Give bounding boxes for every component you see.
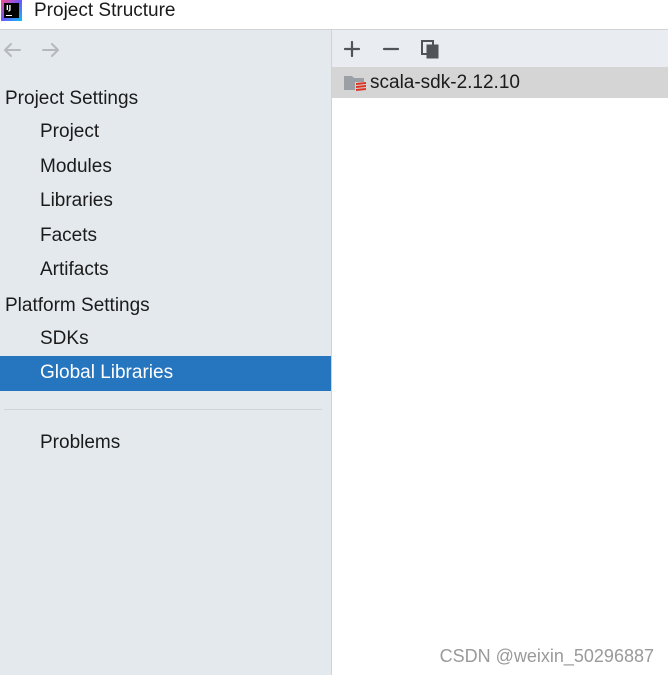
library-list-panel: scala-sdk-2.12.10 CSDN @weixin_50296887 (332, 30, 668, 675)
copy-icon[interactable] (419, 38, 441, 60)
sidebar-item-label: Facets (40, 225, 98, 246)
arrow-left-icon[interactable] (0, 37, 26, 63)
plus-icon[interactable] (341, 38, 363, 60)
sidebar-item-facets[interactable]: Facets (0, 219, 331, 254)
sidebar-item-modules[interactable]: Modules (0, 150, 331, 185)
platform-settings-header: Platform Settings (5, 295, 150, 316)
library-folder-icon (344, 73, 368, 93)
library-item[interactable]: scala-sdk-2.12.10 (332, 67, 668, 98)
library-name: scala-sdk-2.12.10 (370, 72, 520, 93)
sidebar-item-label: SDKs (40, 328, 89, 349)
sidebar-item-problems[interactable]: Problems (0, 426, 331, 461)
sidebar-item-label: Modules (40, 156, 112, 177)
sidebar-item-label: Libraries (40, 190, 113, 211)
title-bar: IJ Project Structure (0, 0, 668, 30)
arrow-right-icon[interactable] (38, 37, 64, 63)
watermark-text: CSDN @weixin_50296887 (439, 646, 654, 666)
minus-icon[interactable] (380, 38, 402, 60)
project-settings-header: Project Settings (5, 88, 139, 109)
sidebar-item-global-libraries[interactable]: Global Libraries (0, 356, 331, 391)
sidebar-item-project[interactable]: Project (0, 115, 331, 150)
sidebar-item-label: Global Libraries (40, 362, 174, 383)
window-title: Project Structure (34, 0, 176, 21)
sidebar-item-sdks[interactable]: SDKs (0, 322, 331, 357)
sidebar-item-label: Artifacts (40, 259, 109, 280)
sidebar-divider (4, 409, 322, 410)
sidebar-item-artifacts[interactable]: Artifacts (0, 253, 331, 288)
sidebar-item-label: Problems (40, 432, 121, 453)
sidebar: Project Settings Project Modules Librari… (0, 30, 332, 675)
library-toolbar (332, 30, 668, 67)
sidebar-item-label: Project (40, 121, 100, 142)
sidebar-item-libraries[interactable]: Libraries (0, 184, 331, 219)
intellij-logo-icon: IJ (1, 0, 22, 21)
